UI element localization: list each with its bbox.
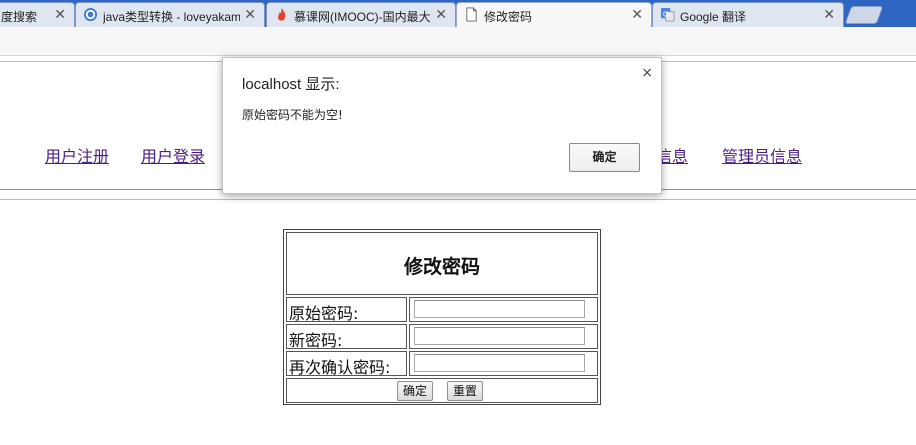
tab-close-icon[interactable]: ✕ xyxy=(54,6,66,23)
new-password-input-cell xyxy=(409,324,598,349)
tab-title: 慕课网(IMOOC)-国内最大 xyxy=(294,10,431,24)
browser-tabstrip: 度搜索 ✕ java类型转换 - loveyakamoz ✕ 慕课网(IMOOC… xyxy=(0,0,916,27)
tab-title: 度搜索 xyxy=(1,10,38,24)
confirm-password-input-cell xyxy=(409,351,598,376)
tab-close-icon[interactable]: ✕ xyxy=(244,6,256,23)
tab-google-translate[interactable]: G Google 翻译 ✕ xyxy=(652,2,844,27)
tab-change-password[interactable]: 修改密码 ✕ xyxy=(456,2,652,27)
divider xyxy=(0,199,916,200)
new-password-label-cell: 新密码: xyxy=(286,324,407,350)
page-icon xyxy=(466,7,477,22)
old-password-input[interactable] xyxy=(414,300,585,318)
google-translate-icon: G xyxy=(660,7,675,22)
tab-java-blog[interactable]: java类型转换 - loveyakamoz ✕ xyxy=(75,2,265,27)
tab-title: 修改密码 xyxy=(484,10,533,24)
dialog-title: localhost 显示: xyxy=(242,76,340,93)
tab-title: Google 翻译 xyxy=(680,10,747,24)
form-title: 修改密码 xyxy=(403,256,480,278)
dialog-ok-button[interactable]: 确定 xyxy=(569,143,640,172)
tab-close-icon[interactable]: ✕ xyxy=(435,6,447,23)
nav-link-login[interactable]: 用户登录 xyxy=(141,143,205,167)
tab-imooc[interactable]: 慕课网(IMOOC)-国内最大 ✕ xyxy=(266,2,456,27)
reset-button[interactable]: 重置 xyxy=(447,381,484,401)
tab-baidu[interactable]: 度搜索 ✕ xyxy=(0,2,75,27)
browser-toolbar xyxy=(0,27,916,56)
tab-close-icon[interactable]: ✕ xyxy=(823,6,835,23)
close-icon[interactable]: × xyxy=(641,65,653,81)
confirm-password-input[interactable] xyxy=(414,354,585,372)
nav-link-register[interactable]: 用户注册 xyxy=(45,143,109,167)
nav-link-admin-info[interactable]: 管理员信息 xyxy=(722,143,802,167)
confirm-password-label: 再次确认密码: xyxy=(289,358,391,377)
new-password-label: 新密码: xyxy=(289,331,343,350)
new-password-input[interactable] xyxy=(414,327,585,345)
submit-button[interactable]: 确定 xyxy=(397,381,434,401)
blog-icon xyxy=(83,7,98,22)
old-password-label-cell: 原始密码: xyxy=(286,297,407,323)
tab-close-icon[interactable]: ✕ xyxy=(631,6,643,23)
form-title-cell: 修改密码 xyxy=(286,232,598,295)
alert-dialog: localhost 显示: × 原始密码不能为空! 确定 xyxy=(222,57,662,194)
dialog-message: 原始密码不能为空! xyxy=(242,108,343,122)
old-password-label: 原始密码: xyxy=(289,304,359,323)
imooc-flame-icon xyxy=(278,7,286,21)
change-password-form: 修改密码 原始密码: 新密码: 再次确认密码: 确定 重置 xyxy=(283,229,601,405)
tab-title: java类型转换 - loveyakamoz xyxy=(103,10,240,24)
svg-text:G: G xyxy=(663,9,669,18)
confirm-password-label-cell: 再次确认密码: xyxy=(286,351,407,377)
form-actions-cell: 确定 重置 xyxy=(286,378,598,403)
new-tab-button[interactable] xyxy=(844,6,884,24)
old-password-input-cell xyxy=(409,297,598,322)
